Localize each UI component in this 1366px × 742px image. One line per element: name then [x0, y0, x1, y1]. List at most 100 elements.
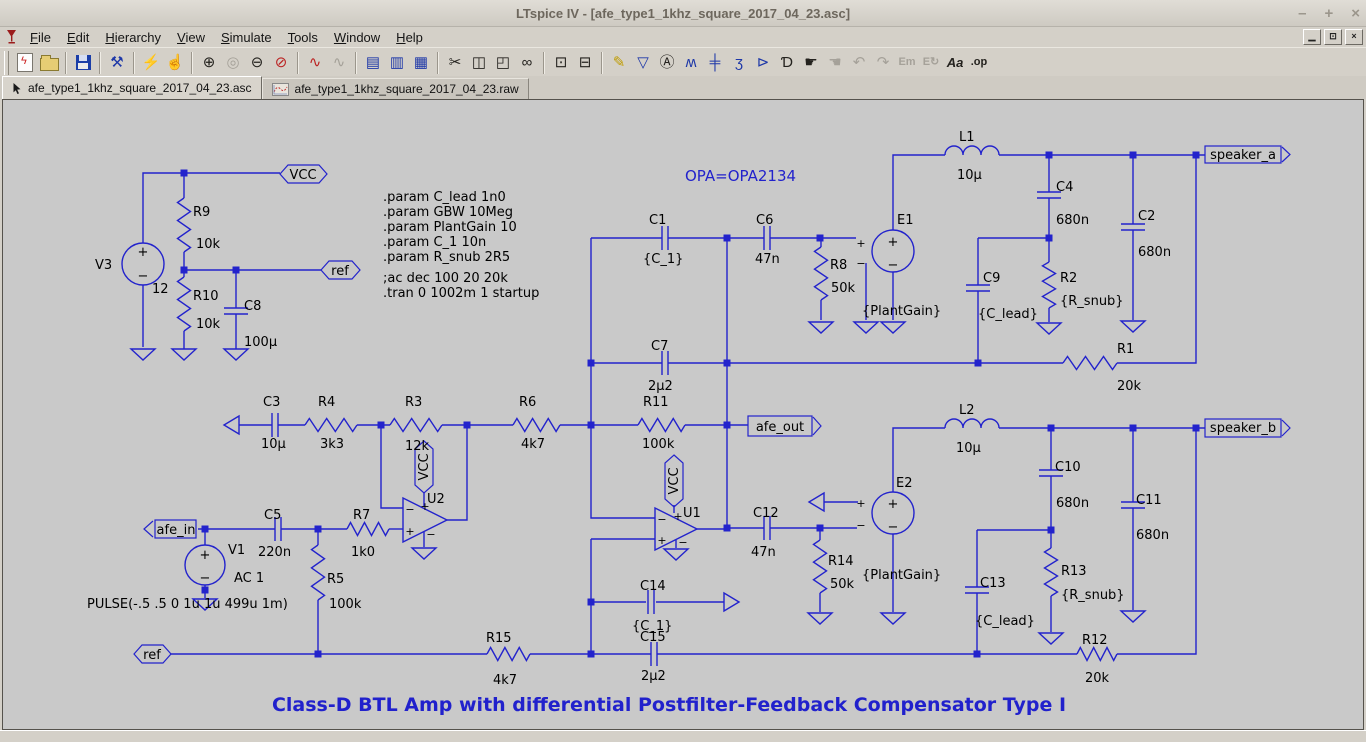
- zoom-in-button[interactable]: ⊕: [197, 51, 221, 75]
- move-icon: ☛: [804, 55, 817, 70]
- open-button[interactable]: [37, 51, 61, 75]
- mirror-icon: Em: [898, 57, 915, 68]
- cut-icon: ✂: [449, 55, 462, 70]
- save-button[interactable]: [71, 51, 95, 75]
- drag-icon: ☚: [828, 55, 841, 70]
- undo-button[interactable]: ↶: [847, 51, 871, 75]
- label-icon: Ⓐ: [659, 55, 674, 70]
- tile-horizontal-button[interactable]: ▤: [361, 51, 385, 75]
- waveform-alt-button[interactable]: ∿: [327, 51, 351, 75]
- toolbar: ⚒ ⚡☝ ⊕ ◎ ⊖ ⊘ ∿∿ ▤ ▥ ▦ ✂ ◫ ◰ ∞ ⊡ ⊟ ✎ ▽ Ⓐʍ ╪ ʒ ⊳ Ɗ ☛ ☚ ↶ ↷ Em E↻ Aa.op: [0, 47, 1366, 77]
- mdi-close-button[interactable]: ×: [1345, 29, 1363, 45]
- tab-schematic[interactable]: afe_type1_1khz_square_2017_04_23.asc: [2, 76, 262, 99]
- mirror-button[interactable]: Em: [895, 51, 919, 75]
- mdi-restore-button[interactable]: ⊡: [1324, 29, 1342, 45]
- print-icon: ⊟: [579, 55, 592, 70]
- resistor-icon: ʍ: [686, 55, 697, 70]
- copy-icon: ◫: [472, 55, 486, 70]
- ground-button[interactable]: ▽: [631, 51, 655, 75]
- save-icon: [76, 55, 91, 70]
- print-button[interactable]: ⊟: [573, 51, 597, 75]
- status-bar: [0, 730, 1366, 742]
- diode-icon: ⊳: [757, 55, 770, 70]
- zoom-page-button[interactable]: ◎: [221, 51, 245, 75]
- component-button[interactable]: Ɗ: [775, 51, 799, 75]
- zoom-out-button[interactable]: ⊖: [245, 51, 269, 75]
- inductor-button[interactable]: ʒ: [727, 51, 751, 75]
- cut-button[interactable]: ✂: [443, 51, 467, 75]
- label-button[interactable]: Ⓐ: [655, 51, 679, 75]
- tile-horizontal-icon: ▤: [366, 55, 380, 70]
- rotate-button[interactable]: E↻: [919, 51, 943, 75]
- capacitor-icon: ╪: [710, 55, 721, 70]
- print-preview-button[interactable]: ⊡: [549, 51, 573, 75]
- halt-button[interactable]: ☝: [163, 51, 187, 75]
- new-schematic-button[interactable]: [13, 51, 37, 75]
- cascade-button[interactable]: ▦: [409, 51, 433, 75]
- drag-button[interactable]: ☚: [823, 51, 847, 75]
- menu-tools[interactable]: Tools: [280, 29, 326, 46]
- cascade-icon: ▦: [414, 55, 428, 70]
- wire-icon: ✎: [613, 55, 626, 70]
- title-bar: LTspice IV - [afe_type1_1khz_square_2017…: [0, 0, 1366, 27]
- toolbar-separator: [99, 52, 101, 74]
- menu-view[interactable]: View: [169, 29, 213, 46]
- mdi-minimize-button[interactable]: ▁: [1303, 29, 1321, 45]
- waveform-button[interactable]: ∿: [303, 51, 327, 75]
- find-icon: ∞: [522, 55, 533, 70]
- redo-icon: ↷: [877, 55, 890, 70]
- menu-help[interactable]: Help: [388, 29, 431, 46]
- schematic-canvas[interactable]: [2, 99, 1364, 730]
- zoom-page-icon: ◎: [226, 55, 239, 70]
- wire-button[interactable]: ✎: [607, 51, 631, 75]
- tab-waveform[interactable]: afe_type1_1khz_square_2017_04_23.raw: [262, 78, 529, 99]
- zoom-in-icon: ⊕: [203, 55, 216, 70]
- tab-bar: afe_type1_1khz_square_2017_04_23.asc afe…: [0, 76, 1366, 99]
- toolbar-handle: [4, 51, 9, 75]
- text-button[interactable]: Aa: [943, 51, 967, 75]
- ground-icon: ▽: [637, 55, 649, 70]
- control-panel-button[interactable]: ⚒: [105, 51, 129, 75]
- rotate-icon: E↻: [923, 57, 940, 68]
- toolbar-separator: [65, 52, 67, 74]
- menu-bar: FileEditHierarchyViewSimulateToolsWindow…: [0, 27, 1366, 47]
- text-icon: Aa: [947, 56, 964, 69]
- zoom-out-icon: ⊖: [251, 55, 264, 70]
- resistor-button[interactable]: ʍ: [679, 51, 703, 75]
- window-title: LTspice IV - [afe_type1_1khz_square_2017…: [516, 6, 850, 21]
- open-icon: [40, 58, 59, 71]
- zoom-extents-icon: ⊘: [275, 55, 288, 70]
- ltspice-logo-icon: [6, 29, 17, 45]
- spice-directive-button[interactable]: .op: [967, 51, 991, 75]
- run-button[interactable]: ⚡: [139, 51, 163, 75]
- new-schematic-icon: [17, 53, 33, 72]
- find-button[interactable]: ∞: [515, 51, 539, 75]
- window-close-button[interactable]: ×: [1351, 5, 1360, 22]
- mdi-controls: ▁ ⊡ ×: [1303, 29, 1363, 45]
- window-minimize-button[interactable]: –: [1298, 5, 1306, 22]
- tile-vertical-button[interactable]: ▥: [385, 51, 409, 75]
- diode-button[interactable]: ⊳: [751, 51, 775, 75]
- undo-icon: ↶: [853, 55, 866, 70]
- toolbar-separator: [133, 52, 135, 74]
- zoom-extents-button[interactable]: ⊘: [269, 51, 293, 75]
- inductor-icon: ʒ: [735, 55, 743, 70]
- tab-schematic-label: afe_type1_1khz_square_2017_04_23.asc: [28, 81, 252, 95]
- menu-window[interactable]: Window: [326, 29, 388, 46]
- toolbar-separator: [601, 52, 603, 74]
- window-maximize-button[interactable]: +: [1324, 5, 1333, 22]
- menu-bar-items: FileEditHierarchyViewSimulateToolsWindow…: [22, 29, 431, 46]
- redo-button[interactable]: ↷: [871, 51, 895, 75]
- capacitor-button[interactable]: ╪: [703, 51, 727, 75]
- menu-file[interactable]: File: [22, 29, 59, 46]
- copy-button[interactable]: ◫: [467, 51, 491, 75]
- menu-edit[interactable]: Edit: [59, 29, 97, 46]
- move-button[interactable]: ☛: [799, 51, 823, 75]
- component-icon: Ɗ: [781, 55, 793, 70]
- cursor-icon: [12, 82, 22, 95]
- tile-vertical-icon: ▥: [390, 55, 404, 70]
- menu-hierarchy[interactable]: Hierarchy: [97, 29, 169, 46]
- paste-button[interactable]: ◰: [491, 51, 515, 75]
- toolbar-separator: [297, 52, 299, 74]
- menu-simulate[interactable]: Simulate: [213, 29, 280, 46]
